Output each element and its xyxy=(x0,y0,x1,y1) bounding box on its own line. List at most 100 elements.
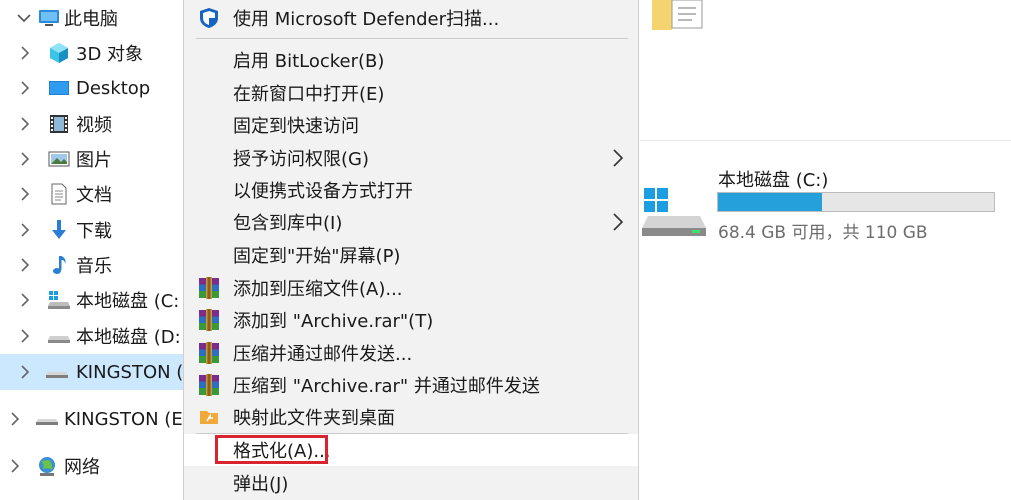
nav-label: 下载 xyxy=(76,221,112,242)
chevron-right-icon[interactable] xyxy=(8,412,22,426)
menu-label: 以便携式设备方式打开 xyxy=(233,181,413,202)
nav-label: 本地磁盘 (C:) xyxy=(76,291,180,312)
chevron-down-icon[interactable] xyxy=(17,11,31,25)
network-icon xyxy=(36,455,58,477)
chevron-right-icon[interactable] xyxy=(18,223,32,237)
menu-item-give-access[interactable]: 授予访问权限(G) xyxy=(184,142,638,174)
menu-label: 压缩到 "Archive.rar" 并通过邮件发送 xyxy=(233,376,540,397)
drive-usage-fill xyxy=(718,193,823,211)
menu-item-pin-to-start[interactable]: 固定到"开始"屏幕(P) xyxy=(184,239,638,271)
menu-label: 使用 Microsoft Defender扫描... xyxy=(233,9,500,30)
documents-icon xyxy=(48,183,70,205)
menu-label: 映射此文件夹到桌面 xyxy=(233,408,395,429)
drive-space-text: 68.4 GB 可用，共 110 GB xyxy=(718,223,928,243)
nav-item-documents[interactable]: 文档 xyxy=(0,177,200,211)
nav-label: KINGSTON (E:) xyxy=(64,408,182,430)
menu-label: 添加到 "Archive.rar"(T) xyxy=(233,311,434,332)
menu-item-compress-email[interactable]: 压缩并通过邮件发送... xyxy=(184,337,638,369)
context-menu: 使用 Microsoft Defender扫描... 启用 BitLocker(… xyxy=(183,0,639,500)
videos-icon xyxy=(48,113,70,135)
navigation-pane: 此电脑 3D 对象 Desktop 视频 图片 文档 下载 音乐 本地磁盘 (C… xyxy=(0,0,200,500)
music-icon xyxy=(48,254,70,276)
menu-item-pin-quick-access[interactable]: 固定到快速访问 xyxy=(184,109,638,141)
windows-drive-icon xyxy=(642,184,708,240)
drive-name: 本地磁盘 (C:) xyxy=(718,170,829,191)
nav-item-local-disk-c[interactable]: 本地磁盘 (C:) xyxy=(0,283,200,317)
defender-shield-icon xyxy=(198,7,220,29)
drive-icon xyxy=(48,289,70,311)
submenu-arrow-icon xyxy=(612,213,624,231)
nav-item-3d-objects[interactable]: 3D 对象 xyxy=(0,36,200,70)
nav-label: 此电脑 xyxy=(64,9,118,30)
nav-item-music[interactable]: 音乐 xyxy=(0,248,200,282)
menu-label: 固定到快速访问 xyxy=(233,116,359,137)
menu-label: 固定到"开始"屏幕(P) xyxy=(233,246,401,267)
menu-item-enable-bitlocker[interactable]: 启用 BitLocker(B) xyxy=(184,44,638,76)
nav-item-kingston-e-selected[interactable]: KINGSTON (E:) xyxy=(0,354,200,390)
annotation-highlight-box xyxy=(215,435,328,464)
chevron-right-icon[interactable] xyxy=(18,365,32,379)
menu-item-include-in-library[interactable]: 包含到库中(I) xyxy=(184,206,638,238)
nav-item-pictures[interactable]: 图片 xyxy=(0,142,200,176)
chevron-right-icon[interactable] xyxy=(18,81,32,95)
nav-label: 文档 xyxy=(76,185,112,206)
winrar-icon xyxy=(198,342,220,364)
chevron-right-icon[interactable] xyxy=(18,329,32,343)
usb-drive-icon xyxy=(46,361,68,383)
chevron-right-icon[interactable] xyxy=(18,117,32,131)
drive-tile-c[interactable]: 本地磁盘 (C:) 68.4 GB 可用，共 110 GB xyxy=(640,160,1011,250)
3d-objects-icon xyxy=(48,42,70,64)
downloads-icon xyxy=(48,219,70,241)
nav-label: 网络 xyxy=(64,457,100,478)
nav-item-network[interactable]: 网络 xyxy=(0,449,200,483)
pictures-icon xyxy=(48,148,70,170)
nav-item-videos[interactable]: 视频 xyxy=(0,107,200,141)
winrar-icon xyxy=(198,309,220,331)
nav-label: 3D 对象 xyxy=(76,44,144,65)
menu-item-compress-rar-email[interactable]: 压缩到 "Archive.rar" 并通过邮件发送 xyxy=(184,369,638,401)
folder-shortcut-icon xyxy=(198,406,220,428)
nav-label: Desktop xyxy=(76,77,151,99)
chevron-right-icon[interactable] xyxy=(18,187,32,201)
menu-item-add-to-archive[interactable]: 添加到压缩文件(A)... xyxy=(184,272,638,304)
menu-label: 包含到库中(I) xyxy=(233,213,343,234)
menu-item-map-folder-desktop[interactable]: 映射此文件夹到桌面 xyxy=(184,401,638,433)
nav-label: KINGSTON (E:) xyxy=(76,361,182,383)
drive-usage-bar xyxy=(717,192,995,212)
chevron-right-icon[interactable] xyxy=(8,459,22,473)
winrar-icon xyxy=(198,277,220,299)
nav-item-kingston-e[interactable]: KINGSTON (E:) xyxy=(0,402,200,436)
nav-label: 图片 xyxy=(76,150,112,171)
menu-label: 启用 BitLocker(B) xyxy=(233,51,385,72)
menu-label: 压缩并通过邮件发送... xyxy=(233,344,413,365)
nav-item-local-disk-d[interactable]: 本地磁盘 (D:) xyxy=(0,319,200,353)
nav-label: 视频 xyxy=(76,115,112,136)
menu-label: 添加到压缩文件(A)... xyxy=(233,279,403,300)
usb-drive-icon xyxy=(36,408,58,430)
computer-icon xyxy=(38,7,60,29)
chevron-right-icon[interactable] xyxy=(18,293,32,307)
menu-label: 授予访问权限(G) xyxy=(233,149,369,170)
chevron-right-icon[interactable] xyxy=(18,258,32,272)
menu-item-open-new-window[interactable]: 在新窗口中打开(E) xyxy=(184,77,638,109)
winrar-icon xyxy=(198,374,220,396)
section-divider xyxy=(640,140,1011,141)
nav-item-this-pc[interactable]: 此电脑 xyxy=(0,1,200,35)
nav-item-downloads[interactable]: 下载 xyxy=(0,213,200,247)
menu-label: 弹出(J) xyxy=(233,474,289,495)
menu-label: 在新窗口中打开(E) xyxy=(233,84,385,105)
menu-item-eject[interactable]: 弹出(J) xyxy=(184,467,638,499)
menu-item-add-to-archive-rar[interactable]: 添加到 "Archive.rar"(T) xyxy=(184,304,638,336)
submenu-arrow-icon xyxy=(612,149,624,167)
nav-label: 本地磁盘 (D:) xyxy=(76,327,180,348)
chevron-right-icon[interactable] xyxy=(18,152,32,166)
desktop-icon xyxy=(48,77,70,99)
nav-item-desktop[interactable]: Desktop xyxy=(0,71,200,105)
menu-separator xyxy=(196,38,628,39)
drive-icon xyxy=(48,325,70,347)
nav-label: 音乐 xyxy=(76,256,112,277)
chevron-right-icon[interactable] xyxy=(18,46,32,60)
menu-item-defender-scan[interactable]: 使用 Microsoft Defender扫描... xyxy=(184,2,638,34)
menu-item-open-portable-device[interactable]: 以便携式设备方式打开 xyxy=(184,174,638,206)
folder-icon[interactable] xyxy=(650,0,706,32)
